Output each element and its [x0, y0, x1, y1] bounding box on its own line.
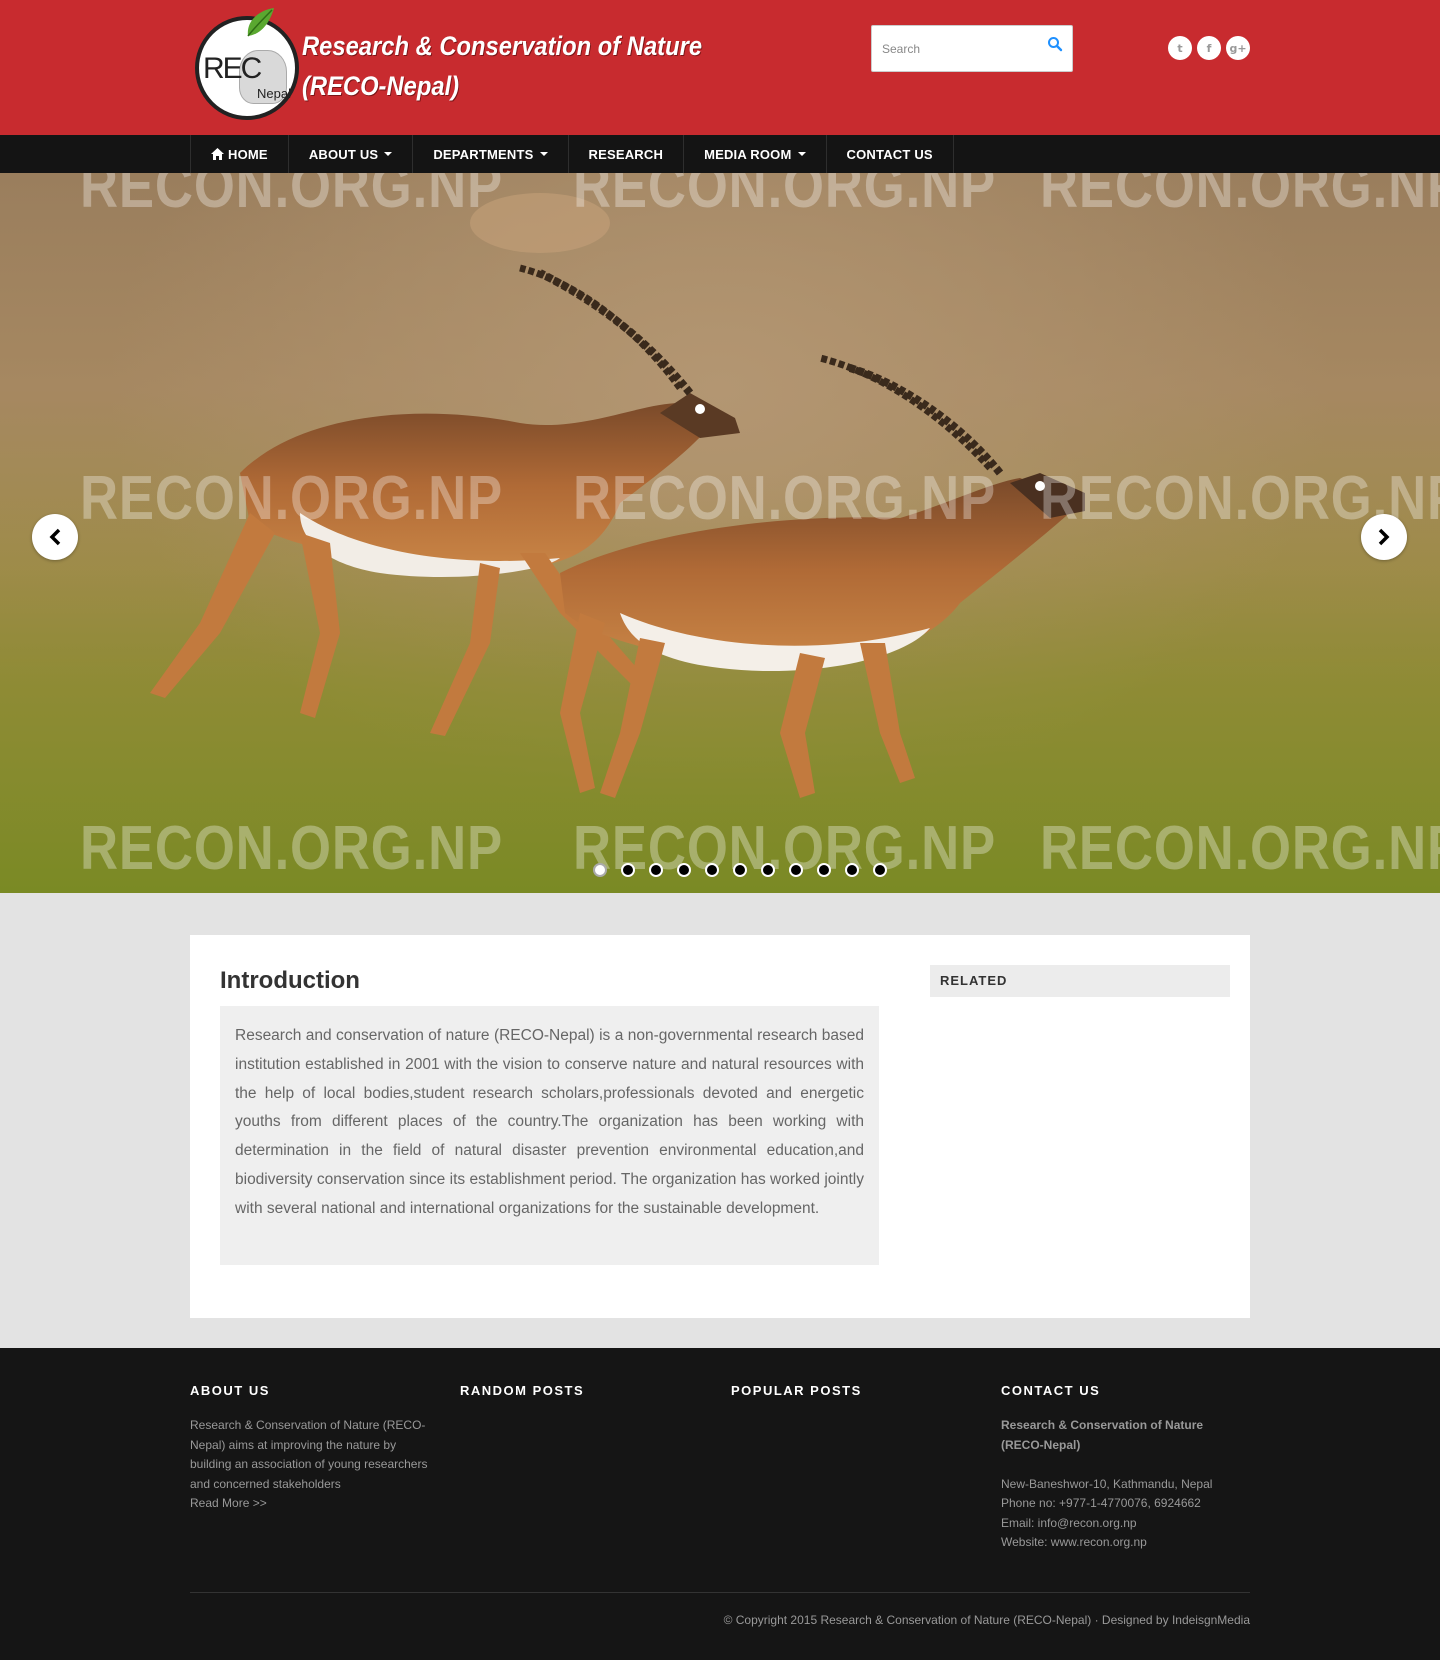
footer-random-posts-title: RANDOM POSTS: [460, 1383, 585, 1398]
nav-item-contact-us[interactable]: CONTACT US: [827, 135, 954, 173]
nav-item-about-us[interactable]: ABOUT US: [289, 135, 414, 173]
caret-down-icon: [384, 152, 393, 156]
twitter-icon[interactable]: t: [1168, 36, 1192, 60]
slider-dot[interactable]: [621, 863, 635, 877]
content-area: Introduction Research and conservation o…: [0, 893, 1440, 1348]
slider-dot[interactable]: [649, 863, 663, 877]
logo-title: Research & Conservation of Nature (RECO-…: [302, 26, 757, 106]
footer-org-name: Research & Conservation of Nature (RECO-…: [1001, 1418, 1204, 1452]
related-heading: RELATED: [930, 965, 1230, 997]
logo-badge: REC Nepal: [190, 6, 300, 121]
footer-popular-posts: POPULAR POSTS: [731, 1383, 971, 1416]
slider-dot[interactable]: [733, 863, 747, 877]
intro-box: Research and conservation of nature (REC…: [220, 1006, 879, 1265]
slider-dot[interactable]: [845, 863, 859, 877]
site-header: REC Nepal Research & Conservation of Nat…: [0, 0, 1440, 135]
read-more-link[interactable]: Read More >>: [190, 1496, 267, 1510]
nav-item-label: HOME: [228, 146, 268, 162]
slider-dot[interactable]: [677, 863, 691, 877]
google-plus-icon[interactable]: g+: [1226, 36, 1250, 60]
watermark-text: RECON.ORG.NP: [573, 173, 997, 221]
nav-item-label: MEDIA ROOM: [704, 146, 792, 162]
watermark-text: RECON.ORG.NP: [80, 173, 504, 221]
footer-website[interactable]: Website: www.recon.org.np: [1001, 1533, 1241, 1553]
slider-dot[interactable]: [705, 863, 719, 877]
slider-dot[interactable]: [817, 863, 831, 877]
chevron-left-icon: [49, 528, 61, 546]
nav-item-home[interactable]: HOME: [191, 135, 289, 173]
facebook-icon[interactable]: f: [1197, 36, 1221, 60]
footer-phone: Phone no: +977-1-4770076, 6924662: [1001, 1496, 1201, 1510]
hero-slider: RECON.ORG.NP RECON.ORG.NP RECON.ORG.NP R…: [0, 173, 1440, 893]
slider-next-button[interactable]: [1361, 514, 1407, 560]
site-footer: ABOUT US Research & Conservation of Natu…: [0, 1348, 1440, 1660]
copyright-text: © Copyright 2015 Research & Conservation…: [723, 1613, 1250, 1627]
nav-item-research[interactable]: RESEARCH: [569, 135, 685, 173]
search-box: [871, 25, 1073, 72]
watermark-text: RECON.ORG.NP: [573, 464, 997, 533]
watermark-text: RECON.ORG.NP: [1040, 814, 1440, 883]
nav-item-media-room[interactable]: MEDIA ROOM: [684, 135, 827, 173]
home-icon: [211, 148, 224, 160]
site-logo[interactable]: REC Nepal Research & Conservation of Nat…: [190, 6, 757, 121]
slider-dot[interactable]: [873, 863, 887, 877]
footer-about-title: ABOUT US: [190, 1383, 270, 1398]
logo-title-line2: (RECO-Nepal): [302, 70, 460, 101]
slider-prev-button[interactable]: [32, 514, 78, 560]
logo-nepal-text: Nepal: [257, 86, 291, 101]
leaf-icon: [247, 8, 274, 37]
slider-pagination: [593, 863, 887, 877]
nav-item-label: DEPARTMENTS: [433, 146, 534, 162]
watermark-text: RECON.ORG.NP: [80, 814, 504, 883]
nav-item-departments[interactable]: DEPARTMENTS: [413, 135, 569, 173]
social-links: t f g+: [1168, 36, 1250, 60]
footer-contact: CONTACT US Research & Conservation of Na…: [1001, 1383, 1241, 1553]
nav-item-label: CONTACT US: [846, 146, 933, 162]
nav-item-label: ABOUT US: [308, 146, 379, 162]
footer-popular-posts-title: POPULAR POSTS: [731, 1383, 862, 1398]
footer-random-posts: RANDOM POSTS: [460, 1383, 700, 1416]
main-panel: Introduction Research and conservation o…: [190, 935, 1250, 1318]
watermark-text: RECON.ORG.NP: [80, 464, 504, 533]
nav-item-label: RESEARCH: [588, 146, 664, 162]
logo-rec-text: REC: [203, 52, 262, 85]
search-input[interactable]: [872, 26, 1032, 71]
caret-down-icon: [797, 152, 806, 156]
intro-body: Research and conservation of nature (REC…: [235, 1027, 864, 1217]
logo-title-line1: Research & Conservation of Nature: [302, 30, 703, 61]
main-nav: HOME ABOUT US DEPARTMENTS RESEARCH MEDIA…: [0, 135, 1440, 173]
watermark-text: RECON.ORG.NP: [1040, 173, 1440, 221]
footer-about: ABOUT US Research & Conservation of Natu…: [190, 1383, 430, 1514]
footer-email[interactable]: Email: info@recon.org.np: [1001, 1514, 1241, 1534]
slider-dot[interactable]: [761, 863, 775, 877]
footer-about-text: Research & Conservation of Nature (RECO-…: [190, 1418, 428, 1491]
footer-divider: [190, 1592, 1250, 1593]
nav-list: HOME ABOUT US DEPARTMENTS RESEARCH MEDIA…: [190, 135, 954, 173]
footer-address: New-Baneshwor-10, Kathmandu, Nepal: [1001, 1476, 1213, 1491]
caret-down-icon: [539, 152, 548, 156]
search-icon[interactable]: [1047, 36, 1063, 52]
chevron-right-icon: [1378, 528, 1390, 546]
slider-dot[interactable]: [593, 863, 607, 877]
intro-title: Introduction: [220, 967, 360, 994]
footer-contact-title: CONTACT US: [1001, 1383, 1101, 1398]
slider-dot[interactable]: [789, 863, 803, 877]
